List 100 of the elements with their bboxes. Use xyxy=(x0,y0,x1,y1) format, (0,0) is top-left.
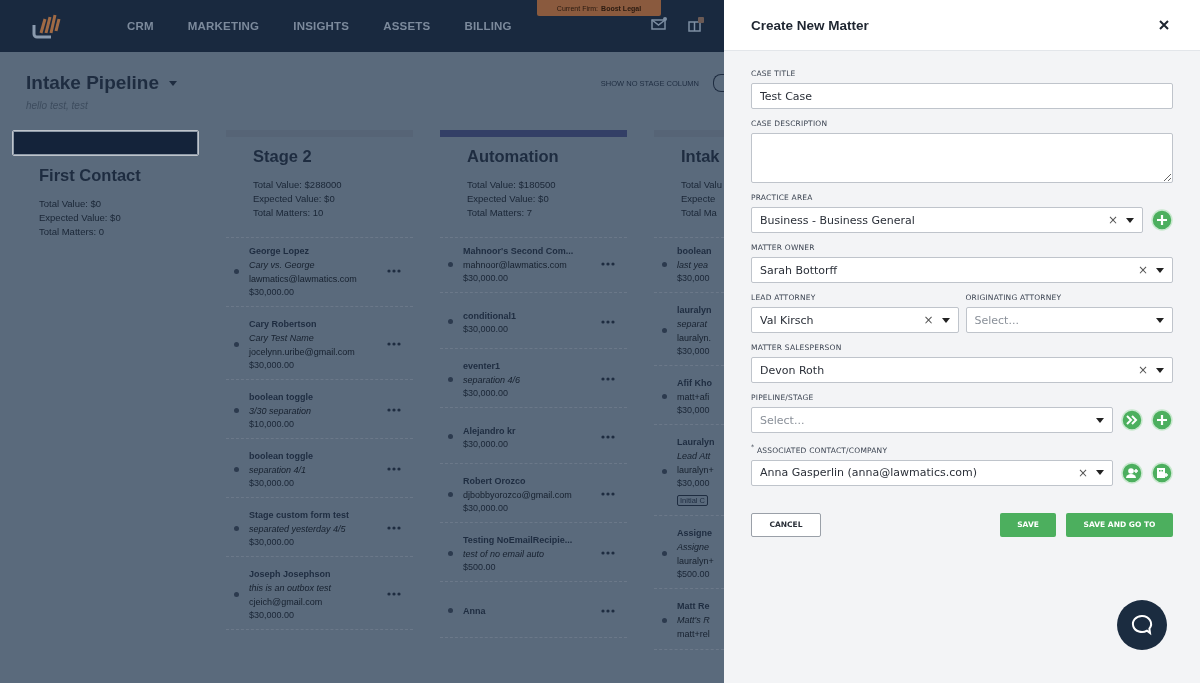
more-icon[interactable] xyxy=(601,551,615,555)
mail-icon[interactable] xyxy=(651,17,667,31)
matter-note: separated yesterday 4/5 xyxy=(249,523,347,536)
double-chevron-icon[interactable] xyxy=(1121,409,1143,431)
matter-card[interactable]: George Lopez Cary vs. George lawmatics@lawmatics.com $30,000.00 xyxy=(226,238,413,307)
matter-amount: $30,000.00 xyxy=(463,502,510,514)
matter-amount: $30,000.00 xyxy=(463,437,510,450)
status-dot xyxy=(662,327,667,333)
stage-stat: Total Value: $0 xyxy=(39,197,103,211)
close-icon[interactable] xyxy=(1159,20,1169,30)
select-field[interactable]: Business - Business General × xyxy=(751,207,1143,233)
select-field[interactable]: Select... xyxy=(751,407,1113,433)
matter-amount: $30,000.00 xyxy=(249,609,296,621)
matter-name: Testing NoEmailRecipie... xyxy=(463,534,574,547)
select-field[interactable]: Select... xyxy=(965,307,1173,333)
nav-link[interactable]: CRM xyxy=(127,20,154,32)
stage-stat: Expected Value: $0 xyxy=(253,192,336,206)
status-dot xyxy=(234,525,239,531)
more-icon[interactable] xyxy=(601,377,615,381)
matter-name: Anna xyxy=(463,604,487,618)
bar-chart-logo-icon[interactable] xyxy=(31,13,61,39)
matter-amount: $30,000 xyxy=(677,477,711,489)
matter-card[interactable]: Testing NoEmailRecipie... test of no email auto $500.00 xyxy=(440,527,627,582)
matter-card[interactable]: Anna xyxy=(440,586,627,638)
nav-link[interactable]: INSIGHTS xyxy=(293,20,350,32)
text-field[interactable]: Test Case xyxy=(751,83,1173,109)
matter-email: lauralyn. xyxy=(677,332,713,345)
status-dot xyxy=(662,468,667,474)
select-field[interactable]: Sarah Bottorff × xyxy=(751,257,1173,283)
more-icon[interactable] xyxy=(387,269,401,273)
matter-card[interactable]: Cary Robertson Cary Test Name jocelynn.uribe@gmail.com $30,000.00 xyxy=(226,311,413,380)
add-person-icon[interactable] xyxy=(1121,461,1143,484)
stage-stat: Total Valu xyxy=(681,178,723,192)
text-area[interactable] xyxy=(751,133,1173,183)
matter-card[interactable]: Robert Orozco djbobbyorozco@gmail.com $30,000.00 xyxy=(440,468,627,523)
status-dot xyxy=(662,550,667,556)
more-icon[interactable] xyxy=(387,592,401,596)
chat-icon xyxy=(1130,613,1154,637)
matter-amount: $30,000.00 xyxy=(249,286,296,298)
matter-amount: $30,000.00 xyxy=(463,387,510,399)
matter-card[interactable]: boolean toggle separation 4/1 $30,000.00 xyxy=(226,443,413,498)
dropdown-caret-icon xyxy=(941,317,950,323)
dropdown-caret-icon xyxy=(1096,417,1104,423)
clear-icon[interactable]: × xyxy=(1077,465,1088,480)
select-field[interactable]: Val Kirsch × xyxy=(751,307,959,333)
matter-card[interactable]: eventer1 separation 4/6 $30,000.00 xyxy=(440,353,627,408)
more-icon[interactable] xyxy=(387,408,401,412)
matter-name: Cary Robertson xyxy=(249,318,318,331)
nav-link[interactable]: BILLING xyxy=(464,20,512,32)
add-icon[interactable] xyxy=(1151,209,1173,231)
more-icon[interactable] xyxy=(387,467,401,471)
more-icon[interactable] xyxy=(601,262,615,266)
clear-icon[interactable]: × xyxy=(1137,263,1148,277)
dropdown-caret-icon xyxy=(1156,267,1164,273)
more-icon[interactable] xyxy=(601,608,615,613)
matter-name: Mahnoor's Second Com... xyxy=(463,245,575,258)
matter-name: eventer1 xyxy=(463,360,502,373)
nav-link[interactable]: MARKETING xyxy=(187,20,260,32)
add-icon[interactable] xyxy=(1151,409,1173,431)
chat-button[interactable] xyxy=(1117,600,1167,650)
matter-name: Assigne xyxy=(677,527,713,540)
matter-name: Robert Orozco xyxy=(463,475,527,488)
select-field[interactable]: Anna Gasperlin (anna@lawmatics.com) × xyxy=(751,459,1113,486)
more-icon[interactable] xyxy=(601,319,615,324)
matter-email: matt+rel xyxy=(677,628,711,641)
matter-amount: $30,000.00 xyxy=(249,477,296,489)
add-building-icon[interactable] xyxy=(1151,461,1173,484)
dropdown-caret-icon xyxy=(1096,470,1104,475)
stage-title: Intak xyxy=(681,147,721,166)
more-icon[interactable] xyxy=(387,526,401,530)
clear-icon[interactable]: × xyxy=(1107,213,1118,227)
matter-email: lauralyn+ xyxy=(677,555,715,568)
matter-card[interactable]: Mahnoor's Second Com... mahnoor@lawmatics.com $30,000.00 xyxy=(440,238,627,293)
clear-icon[interactable]: × xyxy=(923,313,934,327)
matter-card[interactable]: conditional1 $30,000.00 xyxy=(440,297,627,349)
status-dot xyxy=(448,376,453,382)
matter-name: Lauralyn xyxy=(677,436,716,449)
matter-amount: $30,000.00 xyxy=(249,359,296,371)
matter-amount: $30,000 xyxy=(677,345,711,357)
status-dot xyxy=(448,608,453,613)
notification-icon[interactable] xyxy=(688,17,704,33)
matter-note: Cary Test Name xyxy=(249,332,315,345)
matter-card[interactable]: boolean toggle 3/30 separation $10,000.00 xyxy=(226,384,413,439)
more-icon[interactable] xyxy=(387,342,401,346)
matter-email: lauralyn+ xyxy=(677,464,715,477)
matter-email: matt+afi xyxy=(677,391,711,404)
matter-card[interactable]: Alejandro kr $30,000.00 xyxy=(440,412,627,464)
nav-link[interactable]: ASSETS xyxy=(383,20,431,32)
status-dot xyxy=(234,591,239,597)
caret-icon[interactable] xyxy=(169,80,178,86)
stage-stat: Expected Value: $0 xyxy=(39,211,122,225)
select-field[interactable]: Devon Roth × xyxy=(751,357,1173,383)
clear-icon[interactable]: × xyxy=(1137,363,1148,377)
matter-card[interactable]: Stage custom form test separated yesterday 4/5 $30,000.00 xyxy=(226,502,413,557)
matter-email: mahnoor@lawmatics.com xyxy=(463,259,568,272)
more-icon[interactable] xyxy=(601,434,615,439)
matter-card[interactable]: Joseph Josephson this is an outbox test cjeich@gmail.com $30,000.00 xyxy=(226,561,413,630)
matter-amount: $30,000.00 xyxy=(463,322,510,335)
more-icon[interactable] xyxy=(601,492,615,496)
matter-amount: $500.00 xyxy=(677,568,711,580)
